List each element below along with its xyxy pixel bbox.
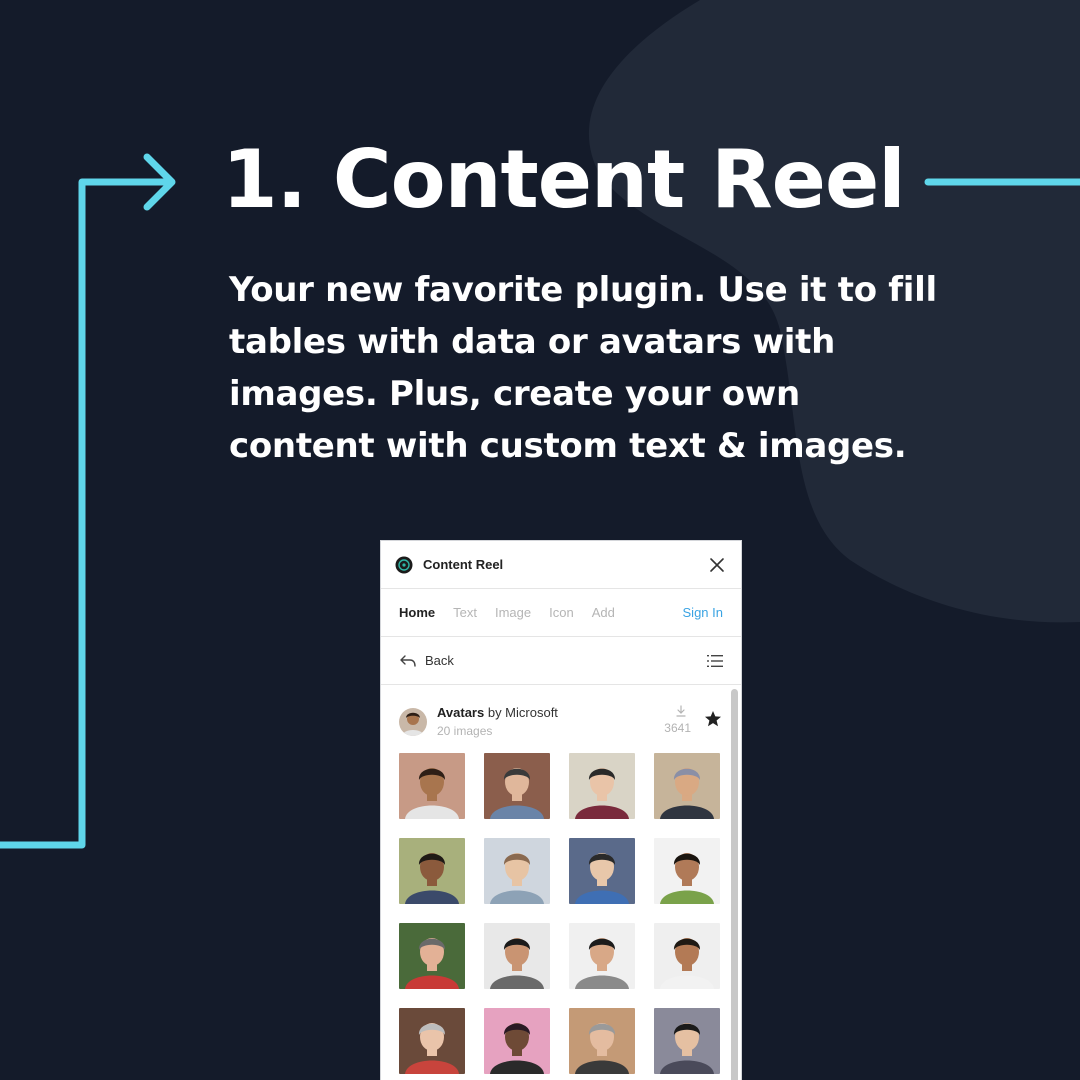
- close-icon[interactable]: [707, 555, 727, 575]
- avatar-thumbnail[interactable]: [484, 1008, 550, 1074]
- tab-add[interactable]: Add: [592, 605, 615, 620]
- download-icon: [676, 705, 686, 717]
- avatar-thumbnail[interactable]: [569, 753, 635, 819]
- plugin-title: Content Reel: [423, 557, 504, 572]
- avatar-thumbnail[interactable]: [654, 1008, 720, 1074]
- sign-in-link[interactable]: Sign In: [683, 605, 723, 620]
- avatar-thumbnail[interactable]: [399, 838, 465, 904]
- avatar-grid: [381, 753, 741, 1074]
- download-stats: 3641: [651, 705, 691, 735]
- tab-text[interactable]: Text: [453, 605, 477, 620]
- collection-name: Avatars by Microsoft: [437, 705, 558, 720]
- collection-image-count: 20 images: [437, 724, 493, 738]
- avatar-thumbnail[interactable]: [399, 923, 465, 989]
- back-label: Back: [425, 653, 454, 668]
- avatar-thumbnail[interactable]: [484, 923, 550, 989]
- tab-bar: Home Text Image Icon Add Sign In: [381, 589, 741, 637]
- back-bar: Back: [381, 637, 741, 685]
- avatar-thumbnail[interactable]: [654, 753, 720, 819]
- content-reel-logo-icon: [395, 556, 413, 573]
- list-view-icon[interactable]: [707, 654, 723, 668]
- collection-avatar: [399, 708, 427, 736]
- scrollbar[interactable]: [731, 689, 738, 1080]
- avatar-thumbnail[interactable]: [569, 838, 635, 904]
- avatar-thumbnail[interactable]: [654, 838, 720, 904]
- tab-image[interactable]: Image: [495, 605, 531, 620]
- download-count: 3641: [664, 721, 691, 735]
- tab-icon[interactable]: Icon: [549, 605, 574, 620]
- avatar-thumbnail[interactable]: [569, 923, 635, 989]
- avatar-thumbnail[interactable]: [484, 753, 550, 819]
- avatar-thumbnail[interactable]: [569, 1008, 635, 1074]
- plugin-header: Content Reel: [381, 541, 741, 589]
- collection-author: by Microsoft: [487, 705, 558, 720]
- description-text: Your new favorite plugin. Use it to fill…: [229, 270, 937, 466]
- back-arrow-icon: [400, 654, 416, 667]
- star-icon[interactable]: [703, 709, 723, 729]
- collection-info: Avatars by Microsoft 20 images: [437, 705, 651, 738]
- collection-row[interactable]: Avatars by Microsoft 20 images 3641: [381, 685, 741, 757]
- avatar-thumbnail[interactable]: [654, 923, 720, 989]
- tab-home[interactable]: Home: [399, 605, 435, 620]
- back-button[interactable]: Back: [399, 653, 454, 669]
- collection-content: Avatars by Microsoft 20 images 3641: [381, 685, 741, 1080]
- avatar-thumbnail[interactable]: [399, 1008, 465, 1074]
- plugin-window: Content Reel Home Text Image Icon Add Si…: [380, 540, 742, 1080]
- headline: 1. Content Reel: [222, 133, 906, 226]
- avatar-thumbnail[interactable]: [399, 753, 465, 819]
- avatar-thumbnail[interactable]: [484, 838, 550, 904]
